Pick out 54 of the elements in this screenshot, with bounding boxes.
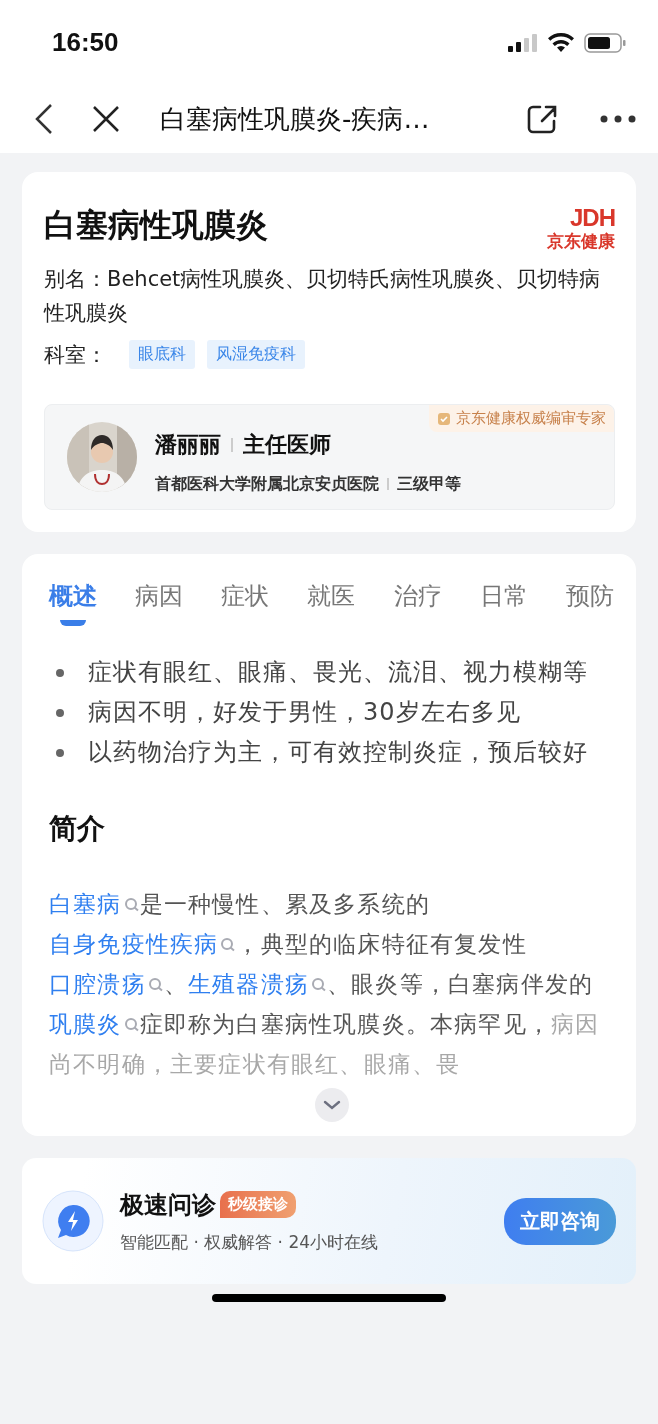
lightning-chat-icon — [42, 1190, 104, 1252]
search-icon — [147, 977, 164, 993]
disease-title: 白塞病性巩膜炎 — [44, 205, 268, 246]
signal-icon — [508, 33, 538, 52]
term-link[interactable]: 白塞病 — [49, 891, 140, 917]
bullet-icon — [56, 669, 64, 677]
doctor-title: 主任医师 — [243, 430, 331, 459]
tab[interactable]: 日常 — [479, 580, 528, 626]
tab[interactable]: 概述 — [49, 580, 97, 626]
brand-logo: JDH 京东健康 — [547, 206, 615, 250]
wifi-icon — [548, 33, 574, 52]
term-link[interactable]: 巩膜炎 — [49, 1011, 140, 1037]
search-icon — [311, 977, 327, 993]
department-label: 科室： — [44, 341, 107, 369]
department-tag[interactable]: 眼底科 — [129, 340, 195, 369]
alias-text: 别名：Behcet病性巩膜炎、贝切特氏病性巩膜炎、贝切特病性巩膜炎 — [44, 266, 602, 327]
bullet-icon — [56, 709, 64, 717]
tab[interactable]: 症状 — [221, 580, 270, 626]
hospital-name: 首都医科大学附属北京安贞医院 — [155, 473, 379, 495]
page-title: 白塞病性巩膜炎-疾病… — [160, 102, 431, 136]
search-icon — [123, 897, 140, 913]
tab[interactable]: 治疗 — [393, 580, 442, 626]
hospital-grade: 三级甲等 — [397, 473, 461, 495]
summary-point: 症状有眼红、眼痛、畏光、流泪、视力模糊等 — [88, 657, 588, 688]
expert-panel[interactable]: 京东健康权威编审专家 潘丽丽 主任医师 首都医科大学附属北京安贞医院 三级甲等 — [44, 404, 615, 510]
consult-title: 极速问诊 — [120, 1189, 216, 1221]
bullet-icon — [56, 749, 64, 757]
consult-features: 智能匹配 · 权威解答 · 24小时在线 — [120, 1230, 380, 1254]
consult-card[interactable]: 极速问诊 秒级接诊 智能匹配 · 权威解答 · 24小时在线 立即咨询 — [22, 1158, 636, 1284]
close-icon[interactable] — [92, 105, 120, 133]
verified-icon — [437, 411, 451, 426]
expand-button[interactable] — [314, 1088, 349, 1122]
term-link[interactable]: 生殖器溃疡 — [188, 971, 327, 997]
consult-tag: 秒级接诊 — [220, 1191, 296, 1218]
doctor-name: 潘丽丽 — [155, 430, 221, 459]
status-time: 16:50 — [52, 27, 119, 58]
tab[interactable]: 就医 — [307, 580, 356, 626]
battery-icon — [584, 32, 626, 53]
term-link[interactable]: 自身免疫性疾病 — [49, 931, 237, 957]
expert-badge: 京东健康权威编审专家 — [429, 405, 614, 432]
department-tag[interactable]: 风湿免疫科 — [207, 340, 305, 369]
term-link[interactable]: 口腔溃疡 — [49, 971, 164, 997]
search-icon — [123, 1017, 140, 1033]
chevron-down-icon — [322, 1100, 341, 1110]
intro-paragraph: 白塞病 是一种慢性、累及多系统的 自身免疫性疾病 ，典型的临床特征有复发性 口腔溃疡 、生殖器溃疡 、眼炎等，白塞病伴发的 巩膜炎 症即称为白塞病性巩膜炎。本病罕见，病因尚不明确，主要症状有眼红、眼痛、畏 — [49, 890, 601, 1079]
section-heading: 简介 — [49, 811, 106, 847]
tab[interactable]: 病因 — [135, 580, 184, 626]
summary-point: 以药物治疗为主，可有效控制炎症，预后较好 — [88, 737, 588, 768]
consult-button[interactable]: 立即咨询 — [504, 1197, 616, 1245]
summary-point: 病因不明，好发于男性，30岁左右多见 — [88, 697, 521, 728]
back-icon[interactable] — [34, 103, 54, 135]
tab[interactable]: 预防 — [565, 580, 614, 626]
more-icon[interactable] — [600, 115, 636, 123]
search-icon — [220, 937, 237, 953]
